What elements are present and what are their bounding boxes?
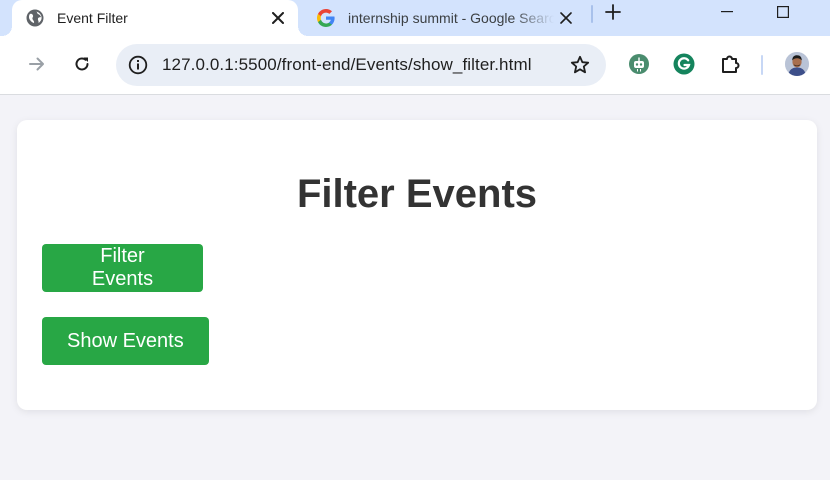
plus-icon (605, 4, 621, 20)
globe-icon (25, 8, 45, 28)
google-icon (316, 8, 336, 28)
reload-button[interactable] (65, 47, 99, 81)
maximize-icon (777, 6, 789, 18)
new-tab-button[interactable] (599, 0, 627, 24)
tab-title: internship summit - Google Search (348, 10, 554, 26)
maximize-button[interactable] (755, 0, 811, 24)
bookmark-star-icon[interactable] (560, 44, 600, 86)
toolbar-divider (761, 55, 763, 75)
filter-card: Filter Events Filter Events Show Events (17, 120, 817, 410)
forward-button[interactable] (20, 47, 54, 81)
close-tab-button[interactable] (554, 6, 578, 30)
browser-toolbar: 127.0.0.1:5500/front-end/Events/show_fil… (0, 36, 830, 95)
close-tab-button[interactable] (266, 6, 290, 30)
address-bar[interactable]: 127.0.0.1:5500/front-end/Events/show_fil… (116, 44, 606, 86)
close-icon (560, 12, 572, 24)
url-text[interactable]: 127.0.0.1:5500/front-end/Events/show_fil… (162, 55, 560, 75)
minimize-icon (721, 11, 733, 13)
arrow-right-icon (29, 57, 44, 71)
profile-avatar[interactable] (785, 52, 809, 76)
robot-extension-icon[interactable] (622, 47, 656, 81)
tab-google-search[interactable]: internship summit - Google Search (306, 0, 586, 36)
tab-event-filter[interactable]: Event Filter (2, 0, 308, 36)
grammarly-icon[interactable] (667, 47, 701, 81)
tab-divider (591, 5, 593, 23)
filter-events-button[interactable]: Filter Events (42, 244, 203, 292)
site-info-icon[interactable] (118, 44, 158, 86)
tab-strip: Event Filter internship summit - Google … (0, 0, 830, 36)
minimize-button[interactable] (699, 0, 755, 24)
reload-icon (75, 57, 89, 71)
show-events-button[interactable]: Show Events (42, 317, 209, 365)
page-title: Filter Events (296, 172, 538, 216)
close-icon (272, 12, 284, 24)
tab-title: Event Filter (57, 10, 128, 26)
extensions-puzzle-icon[interactable] (713, 47, 747, 81)
